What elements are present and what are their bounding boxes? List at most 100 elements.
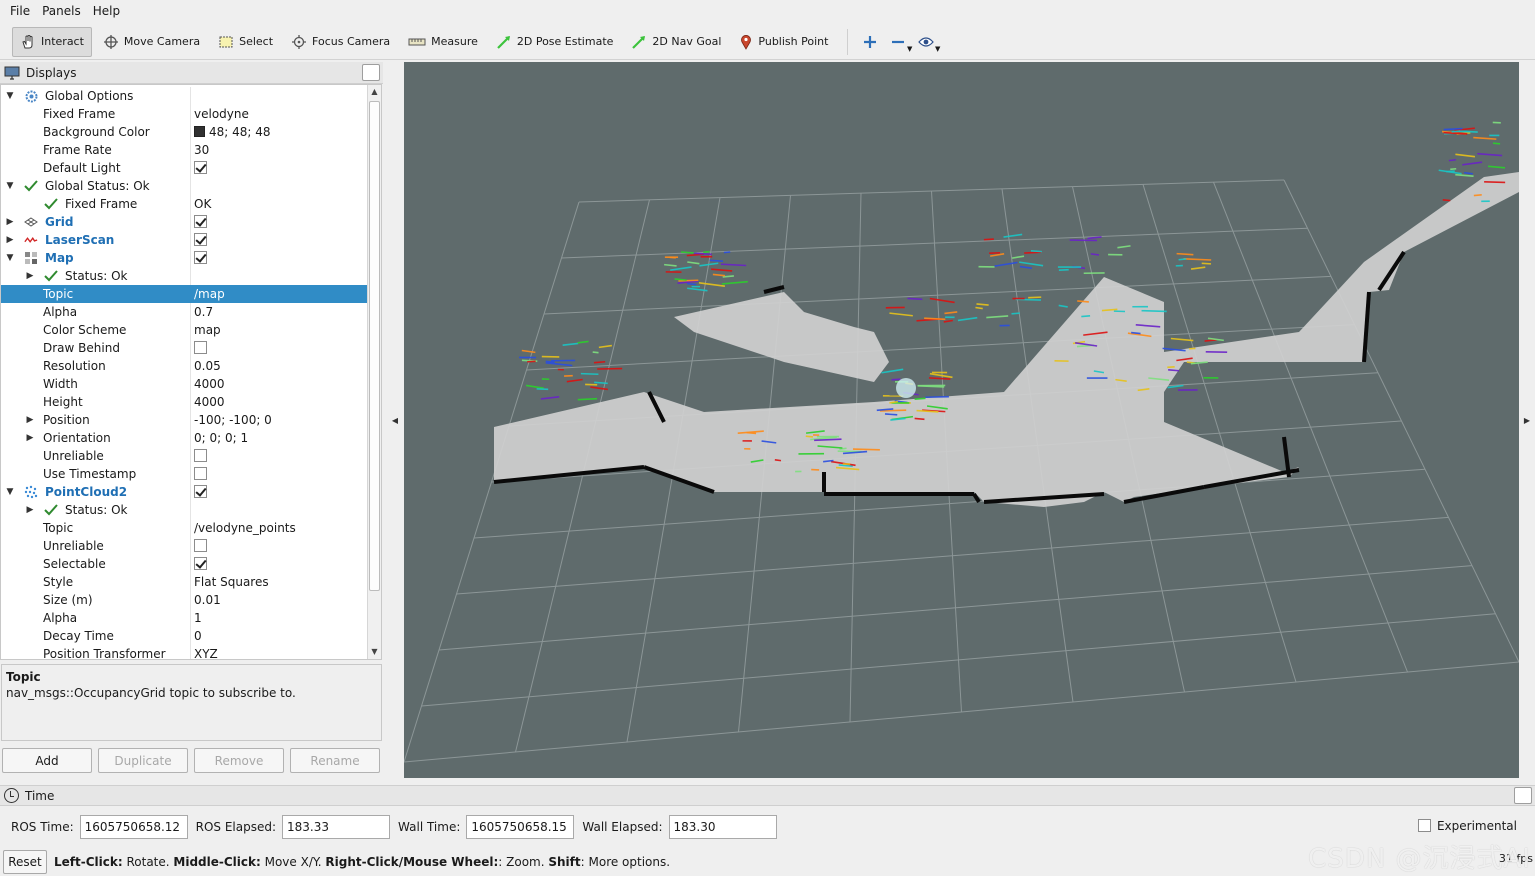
tree-row-position-transformer[interactable]: Position Transformer XYZ <box>1 645 367 659</box>
tree-row-pointcloud2-alpha[interactable]: Alpha 1 <box>1 609 367 627</box>
tree-row-frame-rate[interactable]: Frame Rate 30 <box>1 141 367 159</box>
expand-arrow-icon[interactable]: ▼ <box>5 177 15 195</box>
focus-camera-tool-button[interactable]: Focus Camera <box>284 27 397 57</box>
selectable-checkbox[interactable] <box>194 557 207 570</box>
expand-arrow-icon[interactable]: ▶ <box>5 231 15 249</box>
tree-row-pointcloud2[interactable]: ▼ PointCloud2 <box>1 483 367 501</box>
default-light-checkbox[interactable] <box>194 161 207 174</box>
tree-row-pointcloud2-status[interactable]: ▶ Status: Ok <box>1 501 367 519</box>
tree-row-orientation[interactable]: ▶ Orientation 0; 0; 0; 1 <box>1 429 367 447</box>
undock-button[interactable] <box>1514 787 1532 804</box>
expand-arrow-icon[interactable]: ▶ <box>25 267 35 285</box>
tree-row-draw-behind[interactable]: Draw Behind <box>1 339 367 357</box>
menu-file[interactable]: File <box>4 0 36 22</box>
tree-row-grid[interactable]: ▶ Grid <box>1 213 367 231</box>
expand-arrow-icon[interactable]: ▶ <box>5 213 15 231</box>
point-cloud-segment <box>545 362 573 367</box>
nav-goal-tool-button[interactable]: 2D Nav Goal <box>624 27 728 57</box>
tree-row-selectable[interactable]: Selectable <box>1 555 367 573</box>
point-cloud-segment <box>598 344 612 349</box>
view-tool-button[interactable]: ▼ <box>912 27 940 57</box>
tree-row-size[interactable]: Size (m) 0.01 <box>1 591 367 609</box>
undock-button[interactable] <box>362 64 380 81</box>
ros-time-field[interactable]: 1605750658.12 <box>79 815 188 839</box>
remove-button[interactable]: Remove <box>194 748 284 773</box>
expand-arrow-icon[interactable]: ▶ <box>25 429 35 447</box>
point-cloud-segment <box>924 317 946 321</box>
tree-row-map-alpha[interactable]: Alpha 0.7 <box>1 303 367 321</box>
scrollbar-thumb[interactable] <box>369 101 380 591</box>
select-icon <box>219 36 233 47</box>
experimental-toggle[interactable]: Experimental <box>1417 818 1517 833</box>
menu-panels[interactable]: Panels <box>36 0 87 22</box>
draw-behind-checkbox[interactable] <box>194 341 207 354</box>
tree-row-use-timestamp[interactable]: Use Timestamp <box>1 465 367 483</box>
displays-tree[interactable]: ▼ Global Options Fixed Frame velodyne Ba… <box>0 84 382 660</box>
property-description: Topic nav_msgs::OccupancyGrid topic to s… <box>1 664 382 741</box>
publish-point-tool-button[interactable]: Publish Point <box>732 27 835 57</box>
interact-tool-button[interactable]: Interact <box>12 26 92 57</box>
remove-tool-button[interactable]: ▼ <box>884 27 912 57</box>
duplicate-button[interactable]: Duplicate <box>98 748 188 773</box>
tree-row-global-status[interactable]: ▼ Global Status: Ok <box>1 177 367 195</box>
wall-elapsed-field[interactable]: 183.30 <box>668 815 777 839</box>
move-camera-tool-button[interactable]: Move Camera <box>96 27 207 57</box>
scene-canvas[interactable] <box>404 62 1519 778</box>
tree-scrollbar[interactable]: ▲ ▼ <box>367 85 381 659</box>
chevron-left-icon[interactable]: ◀ <box>392 416 398 425</box>
expand-arrow-icon[interactable]: ▼ <box>5 249 15 267</box>
tree-row-default-light[interactable]: Default Light <box>1 159 367 177</box>
scroll-up-icon[interactable]: ▲ <box>368 85 381 99</box>
laserscan-checkbox[interactable] <box>194 233 207 246</box>
tree-row-status-fixed-frame[interactable]: Fixed Frame OK <box>1 195 367 213</box>
map-unreliable-checkbox[interactable] <box>194 449 207 462</box>
wall-time-field[interactable]: 1605750658.15 <box>466 815 575 839</box>
ros-elapsed-field[interactable]: 183.33 <box>282 815 391 839</box>
pose-estimate-tool-button[interactable]: 2D Pose Estimate <box>489 27 621 57</box>
measure-tool-button[interactable]: Measure <box>401 27 485 57</box>
select-tool-button[interactable]: Select <box>211 27 280 57</box>
map-checkbox[interactable] <box>194 251 207 264</box>
reset-button[interactable]: Reset <box>3 850 47 874</box>
expand-arrow-icon[interactable]: ▶ <box>25 411 35 429</box>
use-timestamp-checkbox[interactable] <box>194 467 207 480</box>
tree-row-map-unreliable[interactable]: Unreliable <box>1 447 367 465</box>
tree-row-map[interactable]: ▼ Map <box>1 249 367 267</box>
tree-row-map-topic[interactable]: Topic /map <box>1 285 367 303</box>
experimental-checkbox[interactable] <box>1417 818 1431 832</box>
add-tool-button[interactable] <box>856 27 884 57</box>
interaction-hint: Left-Click: Rotate. Middle-Click: Move X… <box>54 855 671 869</box>
tree-row-width[interactable]: Width 4000 <box>1 375 367 393</box>
tree-row-map-status[interactable]: ▶ Status: Ok <box>1 267 367 285</box>
tree-row-pointcloud2-unreliable[interactable]: Unreliable <box>1 537 367 555</box>
tree-row-color-scheme[interactable]: Color Scheme map <box>1 321 367 339</box>
chevron-right-icon[interactable]: ▶ <box>1524 416 1530 425</box>
render-viewport-3d[interactable] <box>404 62 1519 778</box>
expand-arrow-icon[interactable]: ▼ <box>5 483 15 501</box>
pointcloud2-checkbox[interactable] <box>194 485 207 498</box>
expand-arrow-icon[interactable]: ▼ <box>5 87 15 105</box>
tree-row-fixed-frame[interactable]: Fixed Frame velodyne <box>1 105 367 123</box>
tree-row-decay-time[interactable]: Decay Time 0 <box>1 627 367 645</box>
color-swatch[interactable] <box>194 126 205 137</box>
menu-help[interactable]: Help <box>87 0 126 22</box>
pointcloud2-unreliable-checkbox[interactable] <box>194 539 207 552</box>
tree-row-resolution[interactable]: Resolution 0.05 <box>1 357 367 375</box>
tree-row-pointcloud2-topic[interactable]: Topic /velodyne_points <box>1 519 367 537</box>
tree-row-position[interactable]: ▶ Position -100; -100; 0 <box>1 411 367 429</box>
chevron-down-icon: ▼ <box>935 44 941 53</box>
tree-row-laserscan[interactable]: ▶ LaserScan <box>1 231 367 249</box>
scroll-down-icon[interactable]: ▼ <box>368 645 381 659</box>
grid-checkbox[interactable] <box>194 215 207 228</box>
rename-button[interactable]: Rename <box>290 748 380 773</box>
expand-arrow-icon[interactable]: ▶ <box>25 501 35 519</box>
point-cloud-segment <box>986 315 1009 319</box>
tree-row-style[interactable]: Style Flat Squares <box>1 573 367 591</box>
left-splitter-handle[interactable]: ◀ <box>386 62 404 778</box>
point-cloud-segment <box>1077 300 1089 303</box>
tree-row-global-options[interactable]: ▼ Global Options <box>1 87 367 105</box>
tree-row-height[interactable]: Height 4000 <box>1 393 367 411</box>
add-button[interactable]: Add <box>2 748 92 773</box>
right-splitter-handle[interactable]: ▶ <box>1519 62 1535 778</box>
tree-row-background-color[interactable]: Background Color 48; 48; 48 <box>1 123 367 141</box>
